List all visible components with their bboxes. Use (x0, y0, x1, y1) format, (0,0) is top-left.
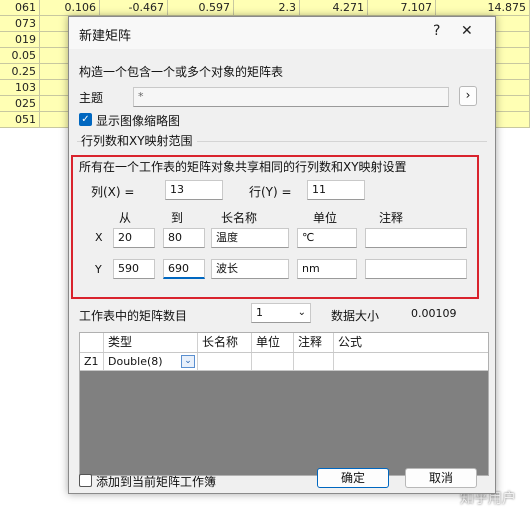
to-header: 到 (171, 211, 184, 225)
cancel-button[interactable]: 取消 (405, 468, 477, 488)
help-button[interactable]: ? (433, 23, 440, 39)
dialog-title: 新建矩阵 (79, 29, 132, 44)
x-comment-input[interactable] (365, 228, 467, 248)
rows-input[interactable]: 11 (307, 180, 365, 200)
background-cell[interactable]: 0.106 (40, 0, 100, 16)
x-from-input[interactable]: 20 (113, 228, 155, 248)
unit-header: 单位 (313, 211, 338, 225)
checkmark-icon: ✓ (81, 114, 90, 125)
background-cell[interactable]: 025 (0, 96, 40, 112)
background-cell[interactable]: 051 (0, 112, 40, 128)
data-size-label: 数据大小 (331, 309, 380, 323)
y-comment-input[interactable] (365, 259, 467, 279)
matrix-count-select[interactable]: 1 ⌄ (251, 303, 311, 323)
background-cell[interactable]: 7.107 (368, 0, 436, 16)
background-cell[interactable]: 061 (0, 0, 40, 16)
shared-settings-note: 所有在一个工作表的矩阵对象共享相同的行列数和XY映射设置 (79, 160, 407, 174)
from-header: 从 (119, 211, 132, 225)
table-row[interactable]: Z1 Double(8) ⌄ (80, 353, 488, 371)
longname-cell[interactable] (198, 353, 252, 370)
x-axis-label: X (95, 231, 103, 244)
comment-cell[interactable] (294, 353, 334, 370)
grid-header-type: 类型 (104, 333, 198, 352)
background-cell[interactable]: 103 (0, 80, 40, 96)
type-value: Double(8) (108, 355, 163, 368)
longname-header: 长名称 (221, 211, 258, 225)
add-to-current-label: 添加到当前矩阵工作簿 (96, 475, 217, 489)
grid-corner (80, 333, 104, 352)
dropdown-chevron-icon[interactable]: ⌄ (181, 355, 195, 368)
chevron-down-icon: ⌄ (297, 307, 306, 318)
subject-label: 主题 (79, 91, 104, 105)
data-size-value: 0.00109 (411, 307, 457, 320)
y-from-input[interactable]: 590 (113, 259, 155, 279)
subject-browse-button[interactable]: › (459, 86, 477, 106)
new-matrix-dialog: 新建矩阵 ? ✕ 构造一个包含一个或多个对象的矩阵表 主题 * › ✓ 显示图像… (68, 16, 496, 494)
background-cell[interactable]: 019 (0, 32, 40, 48)
background-cell[interactable]: 2.3 (234, 0, 300, 16)
y-to-input[interactable]: 690 (163, 259, 205, 279)
close-icon[interactable]: ✕ (461, 23, 473, 39)
ok-button[interactable]: 确定 (317, 468, 389, 488)
background-cell[interactable]: -0.467 (100, 0, 168, 16)
rows-label: 行(Y) = (249, 185, 292, 199)
grid-header-longname: 长名称 (198, 333, 252, 352)
background-cell[interactable]: 073 (0, 16, 40, 32)
cols-label: 列(X) = (91, 185, 135, 199)
subject-field[interactable]: * (133, 87, 449, 107)
cols-input[interactable]: 13 (165, 180, 223, 200)
background-cell[interactable]: 0.05 (0, 48, 40, 64)
matrix-count-value: 1 (256, 306, 263, 319)
y-axis-label: Y (95, 263, 102, 276)
background-cell[interactable]: 4.271 (300, 0, 368, 16)
comment-header: 注释 (379, 211, 404, 225)
add-to-current-checkbox[interactable] (79, 474, 92, 487)
grid-header-comment: 注释 (294, 333, 334, 352)
background-cell[interactable]: 0.597 (168, 0, 234, 16)
group-title: 行列数和XY映射范围 (81, 132, 197, 149)
type-cell[interactable]: Double(8) ⌄ (104, 353, 198, 370)
dialog-description: 构造一个包含一个或多个对象的矩阵表 (79, 65, 284, 79)
title-bar: 新建矩阵 ? ✕ (69, 17, 495, 49)
row-name: Z1 (80, 353, 104, 370)
matrix-object-grid[interactable]: 类型 长名称 单位 注释 公式 Z1 Double(8) ⌄ (79, 332, 489, 476)
grid-header-unit: 单位 (252, 333, 294, 352)
grid-header-row: 类型 长名称 单位 注释 公式 (80, 333, 488, 353)
background-cell[interactable]: 0.25 (0, 64, 40, 80)
y-longname-input[interactable]: 波长 (211, 259, 289, 279)
x-to-input[interactable]: 80 (163, 228, 205, 248)
matrix-count-label: 工作表中的矩阵数目 (79, 309, 188, 323)
background-cell[interactable]: 14.875 (436, 0, 530, 16)
grid-header-formula: 公式 (338, 335, 363, 349)
show-thumbnail-label: 显示图像缩略图 (96, 114, 181, 128)
x-longname-input[interactable]: 温度 (211, 228, 289, 248)
unit-cell[interactable] (252, 353, 294, 370)
show-thumbnail-checkbox[interactable]: ✓ (79, 113, 92, 126)
x-unit-input[interactable]: ℃ (297, 228, 357, 248)
y-unit-input[interactable]: nm (297, 259, 357, 279)
formula-cell[interactable] (334, 353, 394, 370)
